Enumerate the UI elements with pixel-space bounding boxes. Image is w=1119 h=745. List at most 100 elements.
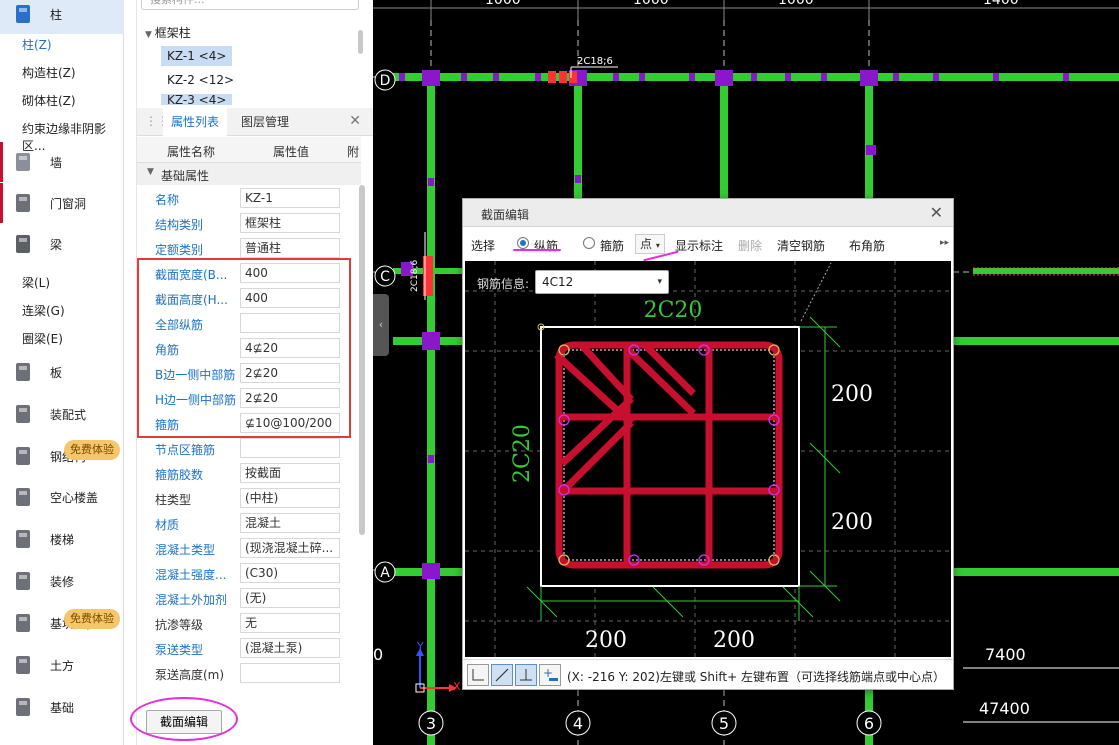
category-stairs[interactable]: 楼梯 [0,519,124,559]
status-coordinates: (X: -216 Y: 202)左键或 Shift+ 左键布置（可选择线筋端点或… [567,670,945,684]
corner-rebar-button[interactable]: 布角筋 [849,237,885,254]
category-hollow[interactable]: 空心楼盖 [0,477,124,517]
property-value[interactable]: 框架柱 [240,213,340,233]
property-row[interactable]: 混凝土强度... (C30) [137,561,361,586]
dynamic-input-icon[interactable]: + [539,664,561,686]
trial-badge[interactable]: 免费体验 [64,440,120,460]
property-value[interactable]: (中柱) [240,488,340,508]
property-value[interactable] [240,663,340,683]
close-icon[interactable]: ✕ [349,113,361,129]
trial-badge[interactable]: 免费体验 [64,609,120,629]
property-row[interactable]: 箍筋胶数 按截面 [137,461,361,486]
category-slab[interactable]: 板 [0,352,124,392]
component-tree-panel: 搜索构件... ▼ 框架柱 KZ-1 <4> KZ-2 <12> KZ-3 <4… [137,0,373,105]
dim-left: 0 [373,645,383,664]
tree-item-kz1[interactable]: KZ-1 <4> [161,46,233,66]
dialog-titlebar[interactable]: 截面编辑 ✕ [463,199,953,227]
drag-grip-icon[interactable]: ⋮⋮ [145,114,169,130]
sub-item[interactable]: 圈梁(E) [22,330,63,347]
highlight-box-section-props [137,258,351,438]
delete-button[interactable]: 删除 [738,237,762,254]
sub-item[interactable]: 构造柱(Z) [22,64,76,81]
property-row[interactable]: 结构类别 框架柱 [137,211,361,236]
tree-item-kz3[interactable]: KZ-3 <4> [161,94,233,105]
radio-stirrup[interactable] [583,237,595,249]
section-drawing[interactable]: 2C20 2C20 200 200 200 200 [465,261,951,657]
property-row[interactable]: 节点区箍筋 [137,436,361,461]
category-opening[interactable]: 门窗洞 [0,183,124,223]
point-mode-value: 点 [640,237,653,251]
tree-item-kz2[interactable]: KZ-2 <12> [161,70,240,90]
property-value[interactable]: 无 [240,613,340,633]
property-value[interactable]: (无) [240,588,340,608]
category-beam[interactable]: 梁 [0,224,124,264]
sub-item[interactable]: 柱(Z) [22,36,52,53]
sub-item[interactable]: 梁(L) [22,274,50,291]
property-row[interactable]: 柱类型 (中柱) [137,486,361,511]
property-value[interactable]: 按截面 [240,463,340,483]
clear-rebar-button[interactable]: 清空钢筋 [777,237,825,254]
property-row[interactable]: 抗渗等级 无 [137,611,361,636]
property-name: 柱类型 [155,493,192,507]
dim-right-bottom: 200 [831,510,873,535]
hollow-icon [10,485,36,509]
tree-scrollbar[interactable] [358,30,363,54]
top-dim: 1400 [983,0,1019,8]
property-scrollbar[interactable] [359,185,365,535]
property-table-header: 属性名称 属性值 附 [137,137,361,163]
dialog-title: 截面编辑 [481,208,530,222]
sub-item[interactable]: 砌体柱(Z) [22,92,76,109]
long-bar-label[interactable]: 纵筋 [534,237,558,254]
property-row[interactable]: 名称 KZ-1 [137,186,361,211]
property-value[interactable]: (现浇混凝土碎... [240,538,340,558]
property-row[interactable]: 材质 混凝土 [137,511,361,536]
property-group-basic[interactable]: ▼ 基础属性 [137,163,361,185]
select-button[interactable]: 选择 [471,237,495,254]
tab-properties[interactable]: 属性列表 [163,108,228,136]
section-canvas[interactable]: 2C20 2C20 200 200 200 200 钢筋信息: 4C12 ▾ [465,261,951,657]
ortho-toggle-icon[interactable] [467,664,489,686]
radio-long-bar[interactable] [517,237,529,249]
dialog-toolbar: 选择 纵筋 箍筋 点 ▾ 显示标注 删除 清空钢筋 布角筋 ▸▸ [463,229,953,259]
property-value[interactable]: (混凝土泵) [240,638,340,658]
category-column[interactable]: 柱 [0,0,124,34]
close-icon[interactable]: ✕ [930,203,943,222]
slab-icon [10,360,36,384]
rebar-info-select[interactable]: 4C12 ▾ [535,270,669,294]
line-snap-icon[interactable] [491,664,513,686]
category-label: 基础 [50,701,75,715]
dim-bottom-left: 200 [585,628,627,653]
perpendicular-snap-icon[interactable] [515,664,537,686]
grid-col-label: 3 [426,714,436,733]
tab-layers[interactable]: 图层管理 [233,108,297,136]
property-name: 泵送类型 [155,643,204,657]
property-value[interactable]: 普通柱 [240,238,340,258]
section-edit-dialog: 截面编辑 ✕ 选择 纵筋 箍筋 点 ▾ 显示标注 删除 清空钢筋 布角筋 ▸▸ [462,198,954,690]
stirrup-label[interactable]: 箍筋 [600,237,624,254]
property-row[interactable]: 泵送高度(m) [137,661,361,686]
property-row[interactable]: 混凝土外加剂 (无) [137,586,361,611]
show-annotation-button[interactable]: 显示标注 [675,237,723,254]
toolbar-more-icon[interactable]: ▸▸ [940,238,949,248]
property-value[interactable]: KZ-1 [240,188,340,208]
tree-group-header[interactable]: ▼ 框架柱 [145,24,191,41]
property-value[interactable] [240,438,340,458]
sub-item[interactable]: 连梁(G) [22,302,65,319]
property-value[interactable]: (C30) [240,563,340,583]
point-mode-dropdown[interactable]: 点 ▾ [635,234,665,254]
grid-row-label: D [380,73,391,89]
category-prefab[interactable]: 装配式 [0,394,124,434]
tree-group-label: 框架柱 [154,26,191,40]
category-earth[interactable]: 土方 [0,645,124,685]
annotation-underline [513,249,561,251]
property-row[interactable]: 混凝土类型 (现浇混凝土碎... [137,536,361,561]
search-input[interactable]: 搜索构件... [141,0,359,10]
axis-y-label: Y [416,640,424,653]
property-value[interactable]: 混凝土 [240,513,340,533]
property-row[interactable]: 泵送类型 (混凝土泵) [137,636,361,661]
category-finish[interactable]: 装修 [0,561,124,601]
panel-collapse-handle[interactable]: ‹ [373,294,389,356]
category-label: 墙 [50,156,63,170]
sub-item[interactable]: 约束边缘非阴影区... [22,120,123,154]
category-found[interactable]: 基础 [0,687,124,727]
